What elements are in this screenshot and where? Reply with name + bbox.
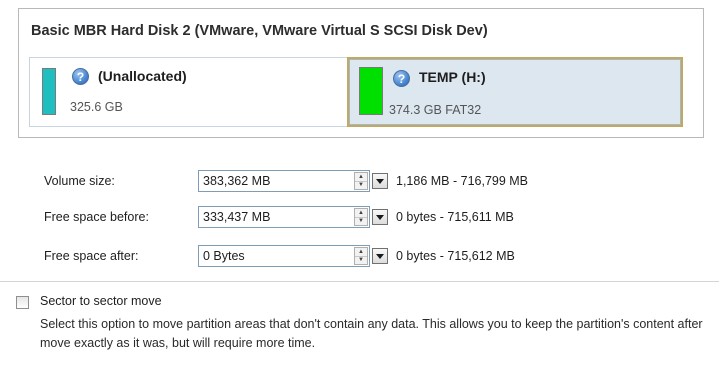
free-space-before-range: 0 bytes - 715,611 MB bbox=[396, 210, 514, 224]
free-space-after-input[interactable]: 0 Bytes ▲ ▼ bbox=[198, 245, 370, 267]
disk-map-panel: Basic MBR Hard Disk 2 (VMware, VMware Vi… bbox=[18, 8, 704, 138]
volume-size-spinner[interactable]: ▲ ▼ bbox=[354, 172, 368, 190]
partition-color-swatch bbox=[42, 68, 56, 115]
sector-move-description: Select this option to move partition are… bbox=[40, 317, 703, 350]
partition-color-swatch bbox=[359, 67, 383, 115]
free-space-after-spinner[interactable]: ▲ ▼ bbox=[354, 247, 368, 265]
volume-size-input[interactable]: 383,362 MB ▲ ▼ bbox=[198, 170, 370, 192]
free-space-after-label: Free space after: bbox=[44, 249, 139, 263]
partition-name: TEMP (H:) bbox=[419, 69, 486, 85]
free-space-after-unit-dropdown[interactable] bbox=[372, 248, 388, 264]
help-icon: ? bbox=[72, 68, 89, 85]
sector-move-checkbox[interactable] bbox=[16, 296, 29, 309]
spin-down-icon[interactable]: ▼ bbox=[355, 256, 367, 264]
volume-size-range: 1,186 MB - 716,799 MB bbox=[396, 174, 529, 188]
partition-name: (Unallocated) bbox=[98, 68, 187, 84]
free-space-before-input[interactable]: 333,437 MB ▲ ▼ bbox=[198, 206, 370, 228]
sector-move-label[interactable]: Sector to sector move bbox=[40, 294, 162, 308]
partition-size-fs: 374.3 GB FAT32 bbox=[389, 103, 482, 117]
volume-size-unit-dropdown[interactable] bbox=[372, 173, 388, 189]
free-space-after-value: 0 Bytes bbox=[203, 249, 245, 263]
partition-temp-h[interactable]: ? TEMP (H:) 374.3 GB FAT32 bbox=[347, 57, 683, 127]
section-divider bbox=[0, 281, 719, 282]
free-space-before-unit-dropdown[interactable] bbox=[372, 209, 388, 225]
help-icon: ? bbox=[393, 70, 410, 87]
free-space-before-spinner[interactable]: ▲ ▼ bbox=[354, 208, 368, 226]
volume-size-value: 383,362 MB bbox=[203, 174, 271, 188]
spin-down-icon[interactable]: ▼ bbox=[355, 217, 367, 225]
partition-size: 325.6 GB bbox=[70, 100, 123, 114]
volume-size-label: Volume size: bbox=[44, 174, 115, 188]
free-space-before-label: Free space before: bbox=[44, 210, 149, 224]
free-space-after-range: 0 bytes - 715,612 MB bbox=[396, 249, 515, 263]
partition-unallocated[interactable]: ? (Unallocated) 325.6 GB bbox=[29, 57, 349, 127]
free-space-before-value: 333,437 MB bbox=[203, 210, 271, 224]
disk-title: Basic MBR Hard Disk 2 (VMware, VMware Vi… bbox=[31, 23, 488, 39]
spin-down-icon[interactable]: ▼ bbox=[355, 181, 367, 189]
